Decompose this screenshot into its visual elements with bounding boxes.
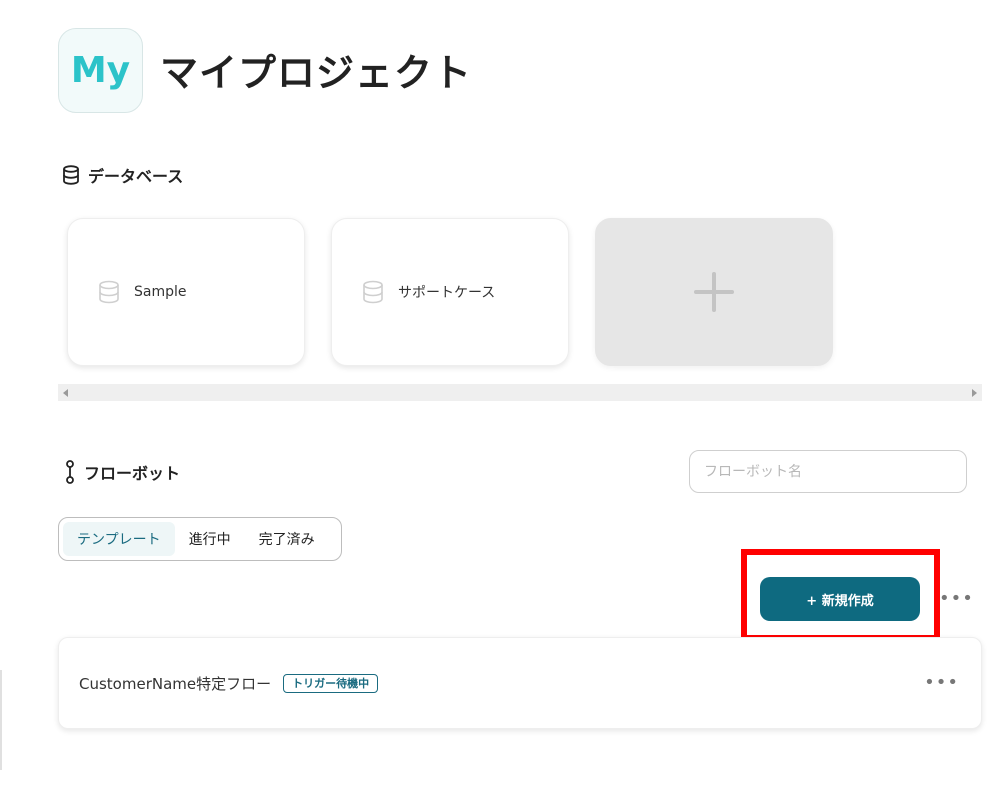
flowbot-section-title: フローボット <box>84 464 181 483</box>
scroll-right-arrow-icon[interactable] <box>972 389 977 397</box>
tab-in-progress[interactable]: 進行中 <box>175 522 245 556</box>
project-avatar: My <box>58 28 143 113</box>
flow-icon <box>66 460 74 484</box>
database-section-heading: データベース <box>62 163 183 187</box>
horizontal-scrollbar[interactable] <box>58 384 982 401</box>
add-database-button[interactable] <box>595 218 833 366</box>
database-card-sample[interactable]: Sample <box>67 218 305 366</box>
left-edge-divider <box>0 670 2 770</box>
flow-more-options-icon[interactable]: ••• <box>924 674 959 692</box>
scroll-left-arrow-icon[interactable] <box>63 389 68 397</box>
project-page: My マイプロジェクト データベース Sample サポートケース フローボット… <box>0 0 1007 788</box>
database-section-title: データベース <box>88 167 184 186</box>
flow-name: CustomerName特定フロー <box>79 674 272 693</box>
page-title: マイプロジェクト <box>160 51 473 95</box>
tab-completed[interactable]: 完了済み <box>245 522 329 556</box>
database-icon <box>99 280 119 304</box>
plus-icon <box>694 272 734 312</box>
flowbot-section-heading: フローボット <box>64 460 180 484</box>
database-icon <box>63 165 79 185</box>
new-flowbot-button[interactable]: + 新規作成 <box>760 577 920 621</box>
database-card-name: Sample <box>134 284 187 300</box>
more-options-icon[interactable]: ••• <box>939 590 974 608</box>
flowbot-search-input[interactable] <box>689 450 967 493</box>
database-icon <box>363 280 383 304</box>
status-badge: トリガー待機中 <box>283 673 379 693</box>
database-card-name: サポートケース <box>398 285 496 301</box>
flow-list-item[interactable]: CustomerName特定フロー トリガー待機中 ••• <box>58 637 982 729</box>
tab-template[interactable]: テンプレート <box>63 522 175 556</box>
flowbot-tabs: テンプレート 進行中 完了済み <box>58 517 342 561</box>
database-card-support-case[interactable]: サポートケース <box>331 218 569 366</box>
